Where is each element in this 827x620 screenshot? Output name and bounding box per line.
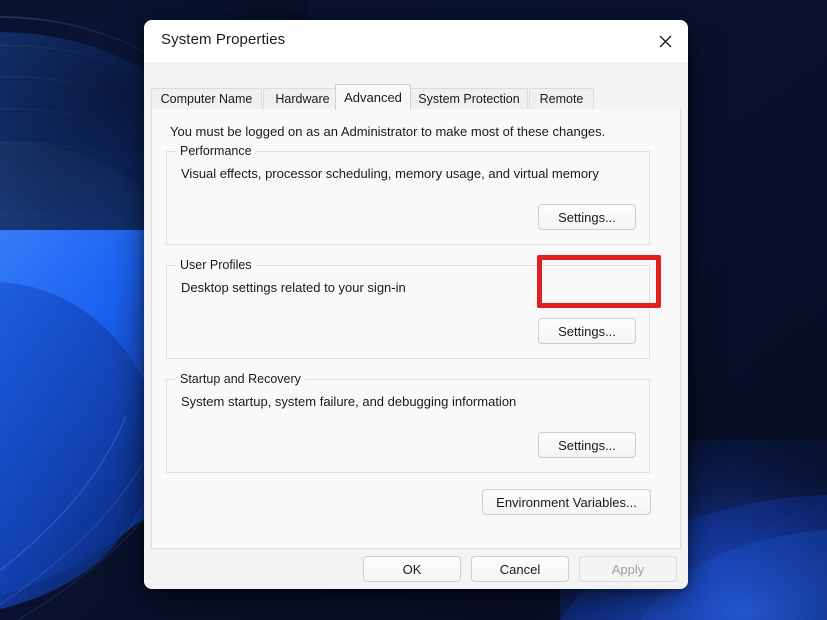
tab-computer-name[interactable]: Computer Name xyxy=(151,88,262,109)
startup-recovery-description: System startup, system failure, and debu… xyxy=(181,394,517,409)
close-window-button[interactable] xyxy=(642,20,688,62)
button-label: OK xyxy=(402,561,422,577)
ok-button[interactable]: OK xyxy=(363,556,461,582)
cancel-button[interactable]: Cancel xyxy=(471,556,569,582)
dialog-title-bar: System Properties xyxy=(144,20,688,62)
system-properties-dialog: System Properties Computer Name Hardware… xyxy=(144,20,688,589)
user-profiles-settings-button[interactable]: Settings... xyxy=(538,318,636,344)
tab-label: Advanced xyxy=(344,90,402,105)
tab-strip: Computer Name Hardware Advanced System P… xyxy=(151,84,681,111)
performance-group: Performance Visual effects, processor sc… xyxy=(166,144,650,245)
user-profiles-group-legend: User Profiles xyxy=(176,258,256,272)
tab-label: Remote xyxy=(539,92,584,106)
tab-label: Hardware xyxy=(275,92,330,106)
dialog-footer: OK Cancel Apply xyxy=(144,549,688,589)
performance-group-legend: Performance xyxy=(176,144,256,158)
close-icon xyxy=(659,35,671,47)
administrator-note: You must be logged on as an Administrato… xyxy=(170,124,606,139)
advanced-tab-panel: You must be logged on as an Administrato… xyxy=(151,109,681,549)
button-label: Settings... xyxy=(558,209,616,225)
button-label: Settings... xyxy=(558,437,616,453)
tab-advanced[interactable]: Advanced xyxy=(335,84,411,110)
apply-button: Apply xyxy=(579,556,677,582)
startup-recovery-group: Startup and Recovery System startup, sys… xyxy=(166,372,650,473)
performance-description: Visual effects, processor scheduling, me… xyxy=(181,166,599,181)
button-label: Cancel xyxy=(499,561,541,577)
tab-hardware[interactable]: Hardware xyxy=(263,88,342,109)
dialog-body: Computer Name Hardware Advanced System P… xyxy=(144,62,688,589)
performance-settings-button[interactable]: Settings... xyxy=(538,204,636,230)
user-profiles-description: Desktop settings related to your sign-in xyxy=(181,280,406,295)
button-label: Environment Variables... xyxy=(496,494,637,510)
tab-system-protection[interactable]: System Protection xyxy=(410,88,528,109)
dialog-title: System Properties xyxy=(161,31,286,48)
environment-variables-button[interactable]: Environment Variables... xyxy=(482,489,651,515)
button-label: Settings... xyxy=(558,323,616,339)
tab-label: Computer Name xyxy=(160,92,253,106)
startup-recovery-settings-button[interactable]: Settings... xyxy=(538,432,636,458)
button-label: Apply xyxy=(611,561,645,577)
tab-label: System Protection xyxy=(418,92,520,106)
user-profiles-group: User Profiles Desktop settings related t… xyxy=(166,258,650,359)
tab-remote[interactable]: Remote xyxy=(529,88,594,109)
startup-recovery-group-legend: Startup and Recovery xyxy=(176,372,305,386)
